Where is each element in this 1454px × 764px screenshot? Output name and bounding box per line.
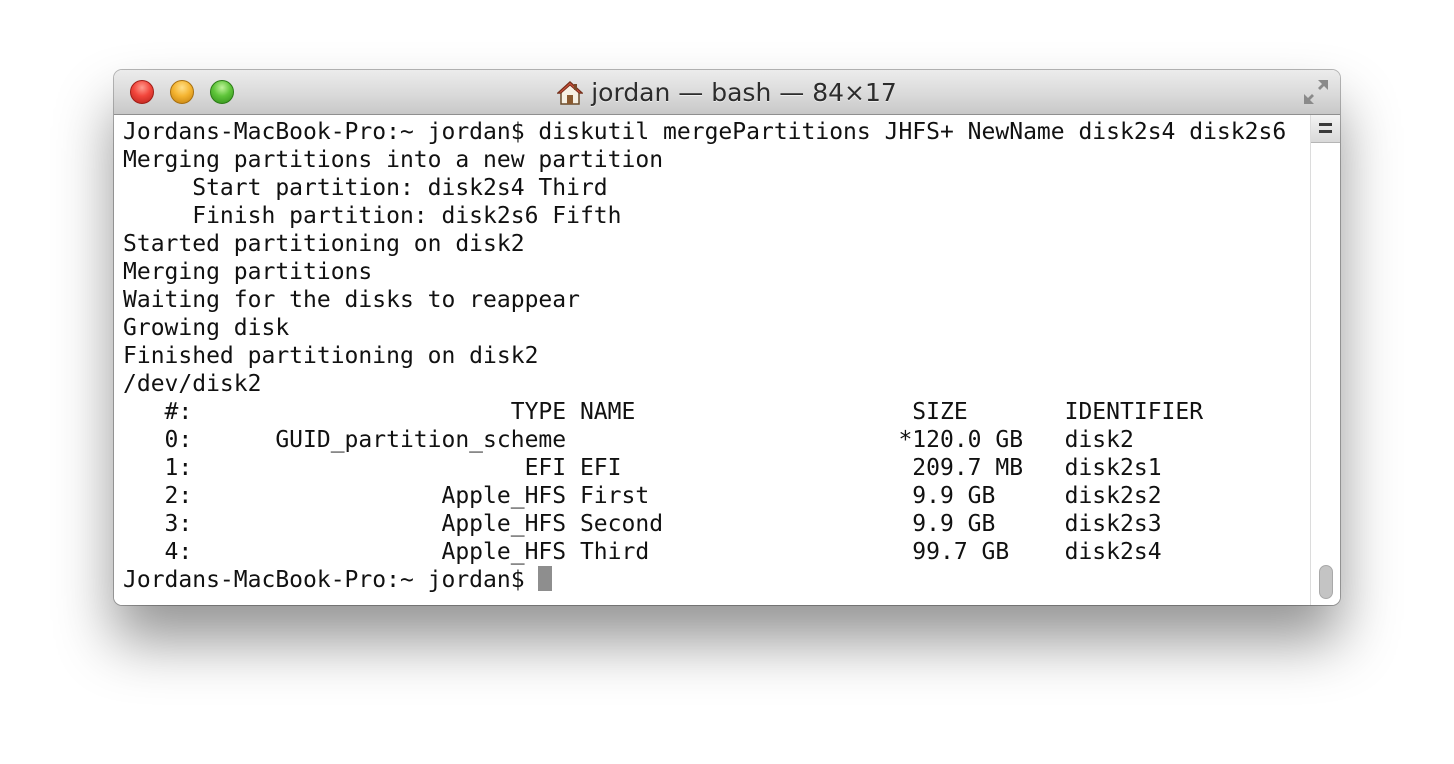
partition-table-row: 4: Apple_HFS Third 99.7 GB disk2s4 [123, 539, 1162, 565]
shell-prompt: Jordans-MacBook-Pro:~ jordan$ [123, 567, 539, 593]
split-pane-button[interactable] [1311, 115, 1340, 143]
window-title: jordan — bash — 84×17 [114, 70, 1340, 115]
partition-table-row: 1: EFI EFI 209.7 MB disk2s1 [123, 455, 1162, 481]
terminal-output[interactable]: Jordans-MacBook-Pro:~ jordan$ diskutil m… [114, 115, 1310, 605]
home-icon [557, 80, 584, 105]
vertical-scrollbar[interactable] [1310, 115, 1340, 605]
terminal-line: Merging partitions into a new partition [123, 147, 664, 173]
window-title-text: jordan — bash — 84×17 [591, 78, 897, 107]
terminal-line: Finished partitioning on disk2 [123, 343, 539, 369]
scroll-thumb[interactable] [1319, 565, 1333, 599]
terminal-line: Started partitioning on disk2 [123, 231, 525, 257]
partition-table-row: 2: Apple_HFS First 9.9 GB disk2s2 [123, 483, 1162, 509]
terminal-line: /dev/disk2 [123, 371, 262, 397]
fullscreen-icon[interactable] [1302, 78, 1330, 106]
terminal-window: jordan — bash — 84×17 Jordans-MacBook-Pr… [114, 70, 1340, 605]
terminal-line: Growing disk [123, 315, 290, 341]
partition-table-row: 0: GUID_partition_scheme *120.0 GB disk2 [123, 427, 1134, 453]
partition-table-row: 3: Apple_HFS Second 9.9 GB disk2s3 [123, 511, 1162, 537]
terminal-line: Start partition: disk2s4 Third [123, 175, 608, 201]
text-cursor [538, 566, 553, 591]
terminal-line: Jordans-MacBook-Pro:~ jordan$ diskutil m… [123, 119, 1287, 145]
split-pane-icon [1319, 130, 1332, 133]
prompt-line[interactable]: Jordans-MacBook-Pro:~ jordan$ [123, 566, 1310, 594]
title-bar[interactable]: jordan — bash — 84×17 [114, 70, 1340, 115]
split-pane-icon [1319, 123, 1332, 126]
terminal-line: Waiting for the disks to reappear [123, 287, 580, 313]
terminal-line: Finish partition: disk2s6 Fifth [123, 203, 622, 229]
partition-table-header: #: TYPE NAME SIZE IDENTIFIER [123, 399, 1204, 425]
terminal-line: Merging partitions [123, 259, 373, 285]
